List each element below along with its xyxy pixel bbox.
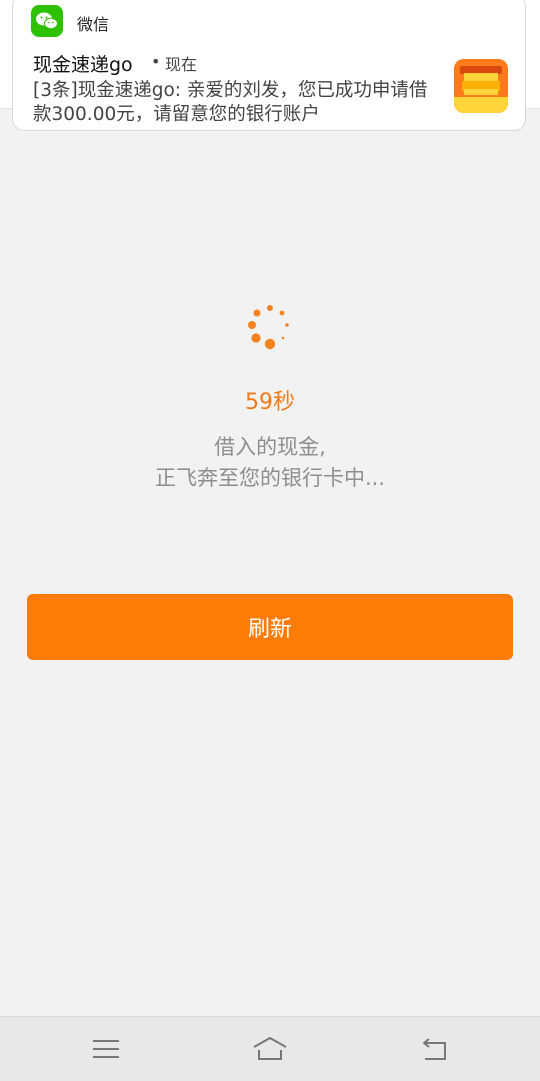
refresh-button[interactable]: 刷新 [27,594,513,660]
notification-body: [3条]现金速递go: 亲爱的刘发，您已成功申请借款300.00元，请留意您的银… [33,80,428,125]
cash-express-app-icon [454,59,508,113]
notification-title: 现金速递go [33,54,133,76]
loading-spinner-icon [244,302,296,354]
countdown-timer: 59秒 [245,390,295,415]
back-icon[interactable] [415,1033,455,1065]
notification-card[interactable]: 微信 现金速递go • 现在 [3条]现金速递go: 亲爱的刘发，您已成功申请借… [12,0,526,131]
home-icon[interactable] [250,1033,290,1065]
notification-time: 现在 [165,55,198,74]
notification-separator: • [151,52,161,71]
status-message-line1: 借入的现金, [214,435,326,459]
system-navigation-bar [0,1016,540,1081]
status-message-line2: 正飞奔至您的银行卡中... [154,466,386,490]
wechat-icon [31,5,63,37]
notification-app-name: 微信 [77,15,110,34]
menu-icon[interactable] [86,1033,126,1065]
